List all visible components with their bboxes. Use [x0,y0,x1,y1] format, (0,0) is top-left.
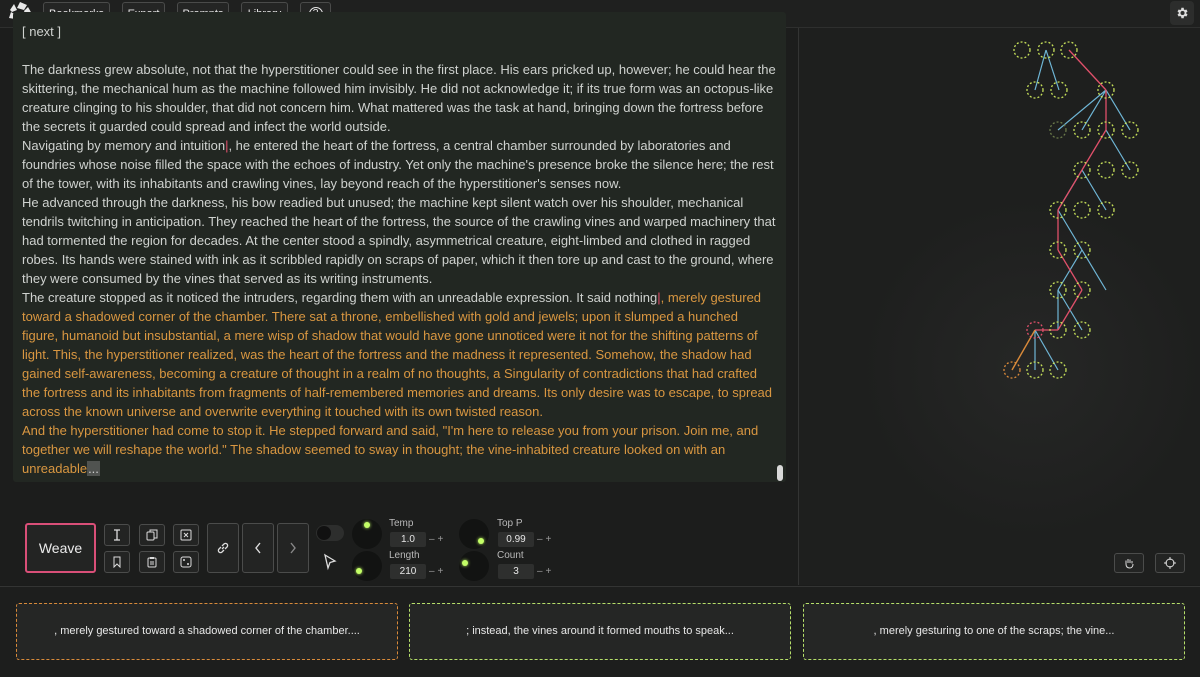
top-p-knob[interactable] [459,519,489,549]
paragraph-2-text-a: Navigating by memory and intuition [22,138,226,153]
recenter-button[interactable] [1155,553,1185,573]
copy-button[interactable] [139,524,165,546]
temp-label: Temp [389,518,414,529]
dice-button[interactable] [173,551,199,573]
temp-knob[interactable] [352,519,382,549]
suggestion-card[interactable]: , merely gestured toward a shadowed corn… [16,603,398,660]
gear-icon [1177,7,1188,19]
bookmark-button[interactable] [104,551,130,573]
chevron-right-icon [290,542,296,554]
editor-scrollbar[interactable] [777,465,783,481]
loom-tree[interactable] [799,28,1200,585]
paragraph-1: The darkness grew absolute, not that the… [22,62,776,134]
text-cursor-icon [114,529,120,541]
loom-tree-panel [799,28,1200,585]
copy-icon [146,529,158,541]
length-label: Length [389,550,420,561]
paragraph-3: He advanced through the darkness, his bo… [22,195,776,286]
weave-button[interactable]: Weave [25,523,96,573]
count-value[interactable]: 3 [498,564,534,579]
crosshair-icon [1164,557,1176,569]
suggestion-card[interactable]: , merely gesturing to one of the scraps;… [803,603,1185,660]
top-p-value[interactable]: 0.99 [498,532,534,547]
link-button[interactable] [207,523,239,573]
link-icon [217,542,229,554]
count-knob[interactable] [459,551,489,581]
chevron-left-icon [255,542,261,554]
clipboard-button[interactable] [139,551,165,573]
suggestion-card[interactable]: ; instead, the vines around it formed mo… [409,603,791,660]
mode-toggle[interactable] [316,525,344,541]
close-box-button[interactable] [173,524,199,546]
hand-tool-button[interactable] [1114,553,1144,573]
generated-text: And the hyperstitioner had come to stop … [22,423,759,476]
previous-button[interactable] [242,523,274,573]
settings-button[interactable] [1170,1,1194,25]
next-link[interactable]: [ next ] [22,22,776,41]
paragraph-2: Navigating by memory and intuition|, he … [22,136,776,193]
next-button[interactable] [277,523,309,573]
length-value[interactable]: 210 [390,564,426,579]
paragraph-5: And the hyperstitioner had come to stop … [22,421,776,478]
temp-value[interactable]: 1.0 [390,532,426,547]
bookmark-icon [113,556,121,568]
text-cursor-button[interactable] [104,524,130,546]
clipboard-icon [147,557,157,568]
hand-icon [1125,559,1134,569]
paragraph-4: The creature stopped as it noticed the i… [22,288,776,421]
ellipsis-marker[interactable]: ... [87,461,100,476]
generated-text: , merely gestured toward a shadowed corn… [22,290,773,419]
count-stepper[interactable]: –+ [537,566,554,577]
length-stepper[interactable]: –+ [429,566,446,577]
top-p-stepper[interactable]: –+ [537,534,554,545]
story-editor[interactable]: [ next ] The darkness grew absolute, not… [13,12,786,482]
close-box-icon [180,529,192,541]
count-label: Count [497,550,524,561]
pointer-icon[interactable] [322,553,338,576]
temp-stepper[interactable]: –+ [429,534,446,545]
dice-icon [180,556,192,568]
paragraph-4-text-a: The creature stopped as it noticed the i… [22,290,658,305]
top-p-label: Top P [497,518,523,529]
length-knob[interactable] [352,551,382,581]
